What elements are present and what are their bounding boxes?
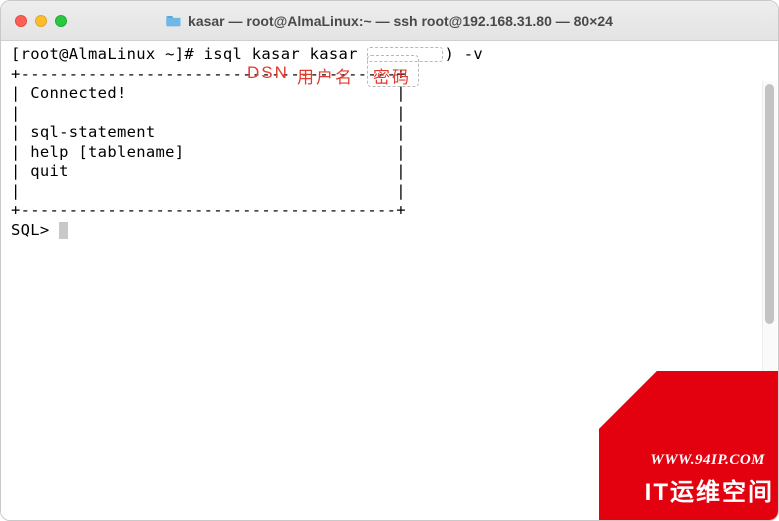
box-bot: +---------------------------------------…	[11, 201, 406, 219]
annotation-box	[367, 55, 419, 87]
line-sql: | sql-statement |	[11, 123, 406, 141]
folder-icon	[166, 14, 182, 27]
sql-prompt: SQL>	[11, 221, 59, 239]
annotation-dsn: DSN	[247, 63, 289, 83]
line-blank-2: | |	[11, 182, 406, 200]
close-icon[interactable]	[15, 15, 27, 27]
line-blank-1: | |	[11, 104, 406, 122]
annotation-user: 用户名	[297, 63, 354, 88]
scrollbar[interactable]	[762, 81, 777, 520]
zoom-icon[interactable]	[55, 15, 67, 27]
terminal-text[interactable]: [root@AlmaLinux ~]# isql kasar kasar ) -…	[11, 45, 760, 520]
prompt-line: [root@AlmaLinux ~]# isql kasar kasar	[11, 45, 367, 63]
scrollbar-thumb[interactable]	[765, 84, 774, 324]
terminal-window: kasar — root@AlmaLinux:~ — ssh root@192.…	[0, 0, 779, 521]
titlebar[interactable]: kasar — root@AlmaLinux:~ — ssh root@192.…	[1, 1, 778, 41]
cursor-icon	[59, 222, 68, 239]
window-title: kasar — root@AlmaLinux:~ — ssh root@192.…	[188, 13, 613, 29]
traffic-lights	[15, 15, 67, 27]
minimize-icon[interactable]	[35, 15, 47, 27]
line-help: | help [tablename] |	[11, 143, 406, 161]
line-quit: | quit |	[11, 162, 406, 180]
terminal-area[interactable]: [root@AlmaLinux ~]# isql kasar kasar ) -…	[1, 41, 778, 520]
title-center: kasar — root@AlmaLinux:~ — ssh root@192.…	[1, 13, 778, 29]
prompt-tail: ) -v	[444, 45, 483, 63]
